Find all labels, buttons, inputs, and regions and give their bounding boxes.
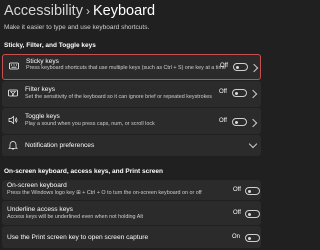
onscreen-keyboard-toggle[interactable]	[245, 187, 260, 195]
toggle-keys-row[interactable]: Toggle keys Play a sound when you press …	[2, 108, 261, 134]
onscreen-keyboard-row[interactable]: On-screen keyboard Press the Windows log…	[2, 180, 261, 200]
underline-access-keys-description: Access keys will be underlined even when…	[7, 214, 144, 220]
toggle-keys-description: Play a sound when you press caps, num, o…	[25, 121, 155, 127]
chevron-right-icon[interactable]	[248, 118, 258, 128]
notification-icon	[8, 140, 18, 150]
toggle-keys-title: Toggle keys	[25, 113, 60, 120]
onscreen-keyboard-title: On-screen keyboard	[7, 182, 67, 189]
print-screen-title: Use the Print screen key to open screen …	[7, 234, 149, 241]
underline-access-keys-row[interactable]: Underline access keys Access keys will b…	[2, 201, 261, 225]
toggle-keys-toggle[interactable]	[232, 118, 247, 126]
keyboard-filter-icon	[8, 88, 18, 98]
sticky-keys-toggle[interactable]	[233, 63, 248, 71]
toggle-knob	[247, 189, 251, 193]
breadcrumb-accessibility[interactable]: Accessibility	[4, 3, 83, 19]
onscreen-keyboard-state: Off	[233, 187, 241, 193]
sticky-keys-description: Press keyboard shortcuts that use multip…	[26, 65, 226, 71]
toggle-knob	[247, 236, 251, 240]
filter-keys-toggle[interactable]	[232, 89, 247, 97]
chevron-right-icon[interactable]	[249, 63, 259, 73]
toggle-knob	[235, 65, 239, 69]
sticky-keys-title: Sticky keys	[26, 58, 59, 65]
page-title: Keyboard	[92, 3, 156, 19]
filter-keys-row[interactable]: Filter keys Set the sensitivity of the k…	[2, 81, 261, 107]
underline-access-keys-state: Off	[233, 210, 241, 216]
chevron-down-icon[interactable]	[248, 139, 258, 149]
sticky-keys-state: Off	[220, 63, 228, 69]
keyboard-sticky-icon	[9, 61, 19, 71]
page-subtitle: Make it easier to type and use keyboard …	[4, 24, 150, 31]
notification-preferences-row[interactable]: Notification preferences	[2, 135, 261, 156]
onscreen-keyboard-description: Press the Windows logo key ⊞ + Ctrl + O …	[7, 190, 202, 196]
section-title-sticky-filter: Sticky, Filter, and Toggle keys	[4, 42, 96, 49]
filter-keys-title: Filter keys	[25, 86, 56, 93]
print-screen-toggle[interactable]	[245, 234, 260, 242]
print-screen-state: On	[232, 234, 241, 240]
notification-preferences-title: Notification preferences	[25, 142, 95, 149]
toggle-knob	[234, 91, 238, 95]
breadcrumb: Accessibility › Keyboard	[4, 2, 155, 20]
underline-access-keys-title: Underline access keys	[7, 206, 73, 213]
filter-keys-state: Off	[219, 89, 227, 95]
toggle-keys-state: Off	[219, 118, 227, 124]
toggle-knob	[247, 212, 251, 216]
print-screen-row[interactable]: Use the Print screen key to open screen …	[2, 226, 261, 248]
sticky-keys-row[interactable]: Sticky keys Press keyboard shortcuts tha…	[2, 54, 261, 80]
section-title-onscreen: On-screen keyboard, access keys, and Pri…	[4, 168, 163, 175]
speaker-icon	[8, 115, 18, 125]
breadcrumb-separator: ›	[85, 4, 90, 18]
toggle-knob	[234, 120, 238, 124]
underline-access-keys-toggle[interactable]	[245, 210, 260, 218]
